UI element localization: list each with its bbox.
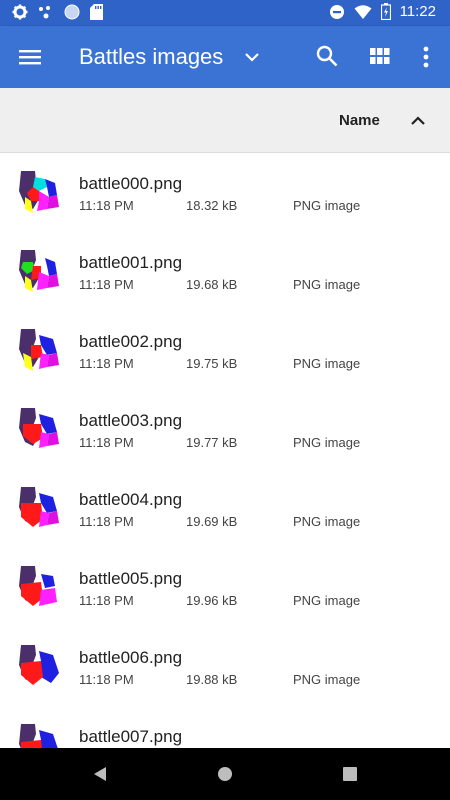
wifi-icon (354, 4, 372, 19)
file-row[interactable]: battle006.png 11:18 PM 19.88 kB PNG imag… (0, 627, 450, 706)
file-name: battle005.png (79, 569, 183, 588)
sd-card-icon (90, 4, 103, 20)
file-row[interactable]: battle000.png 11:18 PM 18.32 kB PNG imag… (0, 153, 450, 232)
file-row[interactable]: battle007.png (0, 706, 450, 748)
file-row[interactable]: battle001.png 11:18 PM 19.68 kB PNG imag… (0, 232, 450, 311)
sort-name-button[interactable]: Name (339, 112, 380, 129)
battle-map-thumbnail (19, 724, 58, 748)
clock: 11:22 (399, 3, 436, 20)
file-size: 19.77 kB (186, 435, 238, 450)
file-list: battle000.png 11:18 PM 18.32 kB PNG imag… (0, 153, 450, 748)
file-type: PNG image (293, 277, 361, 292)
search-icon[interactable] (316, 45, 338, 67)
file-time: 11:18 PM (79, 593, 134, 608)
sort-header: Name (0, 88, 450, 153)
file-type: PNG image (293, 435, 361, 450)
dots-icon (39, 6, 50, 19)
back-icon[interactable] (93, 766, 107, 782)
file-name: battle004.png (79, 490, 183, 509)
circle-icon (64, 4, 80, 20)
file-time: 11:18 PM (79, 514, 134, 529)
file-type: PNG image (293, 593, 361, 608)
file-type: PNG image (293, 514, 361, 529)
file-name: battle003.png (79, 411, 183, 430)
file-time: 11:18 PM (79, 672, 134, 687)
file-size: 18.32 kB (186, 198, 238, 213)
file-row[interactable]: battle003.png 11:18 PM 19.77 kB PNG imag… (0, 390, 450, 469)
file-row[interactable]: battle005.png 11:18 PM 19.96 kB PNG imag… (0, 548, 450, 627)
file-row[interactable]: battle002.png 11:18 PM 19.75 kB PNG imag… (0, 311, 450, 390)
sort-ascending-icon[interactable] (409, 112, 427, 130)
file-time: 11:18 PM (79, 435, 134, 450)
gear-icon (12, 4, 28, 20)
file-size: 19.75 kB (186, 356, 238, 371)
navigation-bar (0, 748, 450, 800)
home-icon[interactable] (217, 766, 233, 782)
battle-map-thumbnail (19, 487, 59, 527)
file-name: battle001.png (79, 253, 183, 272)
file-size: 19.69 kB (186, 514, 238, 529)
file-name: battle002.png (79, 332, 183, 351)
battle-map-thumbnail (19, 645, 59, 685)
file-type: PNG image (293, 356, 361, 371)
file-type: PNG image (293, 672, 361, 687)
folder-title[interactable]: Battles images (79, 44, 223, 70)
grid-view-icon[interactable] (370, 46, 390, 66)
battle-map-thumbnail (19, 250, 59, 292)
app-bar: Battles images (0, 26, 450, 88)
file-size: 19.96 kB (186, 593, 238, 608)
file-name: battle000.png (79, 174, 183, 193)
recents-icon[interactable] (343, 767, 357, 781)
status-bar: 11:22 (0, 0, 450, 26)
file-time: 11:18 PM (79, 198, 134, 213)
file-name: battle007.png (79, 727, 183, 746)
dnd-icon (329, 4, 344, 19)
file-size: 19.88 kB (186, 672, 238, 687)
file-size: 19.68 kB (186, 277, 238, 292)
battle-map-thumbnail (19, 171, 59, 213)
file-name: battle006.png (79, 648, 183, 667)
file-row[interactable]: battle004.png 11:18 PM 19.69 kB PNG imag… (0, 469, 450, 548)
file-type: PNG image (293, 198, 361, 213)
dropdown-icon[interactable] (243, 48, 261, 66)
more-icon[interactable] (421, 45, 431, 69)
file-time: 11:18 PM (79, 277, 134, 292)
file-time: 11:18 PM (79, 356, 134, 371)
battle-map-thumbnail (19, 408, 59, 448)
battle-map-thumbnail (19, 566, 57, 606)
battery-icon (380, 3, 391, 20)
battle-map-thumbnail (19, 329, 59, 371)
menu-icon[interactable] (19, 46, 41, 68)
